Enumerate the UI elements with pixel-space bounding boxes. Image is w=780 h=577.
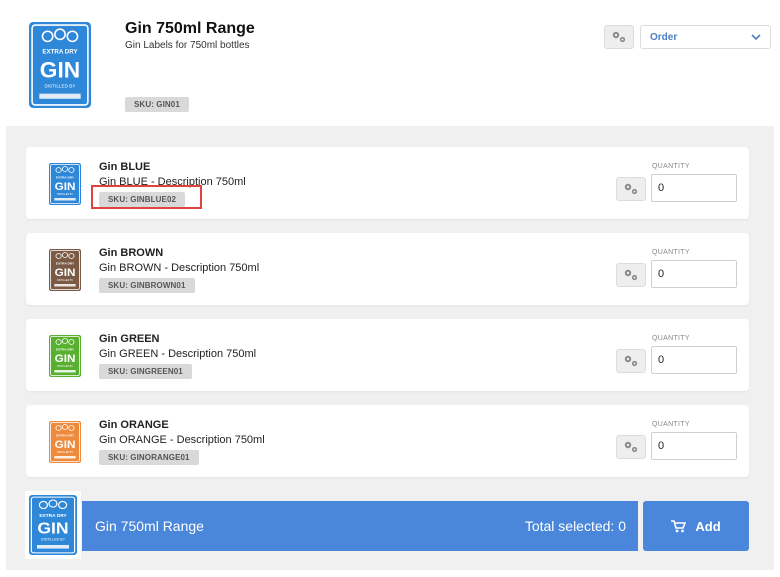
svg-text:GIN: GIN xyxy=(55,267,76,279)
svg-text:DISTILLED BY: DISTILLED BY xyxy=(41,538,66,542)
add-button-label: Add xyxy=(695,518,721,534)
gear-icon xyxy=(624,441,638,453)
svg-text:EXTRA DRY: EXTRA DRY xyxy=(56,176,75,180)
variant-description: Gin ORANGE - Description 750ml xyxy=(99,434,265,446)
variant-settings-button[interactable] xyxy=(616,177,646,201)
variant-thumbnail: EXTRA DRY GIN DISTILLED BY xyxy=(49,249,81,291)
total-selected-text: Total selected: 0 xyxy=(524,518,626,534)
svg-text:GIN: GIN xyxy=(55,353,76,365)
product-title: Gin 750ml Range xyxy=(125,20,255,37)
svg-text:EXTRA DRY: EXTRA DRY xyxy=(39,513,66,518)
footer-product-thumbnail: EXTRA DRY GIN DISTILLED BY xyxy=(25,491,81,559)
variant-card-brown: EXTRA DRY GIN DISTILLED BY Gin BROWN Gin B… xyxy=(26,233,749,305)
svg-text:GIN: GIN xyxy=(55,439,76,451)
svg-text:EXTRA DRY: EXTRA DRY xyxy=(42,49,77,56)
quantity-input[interactable] xyxy=(651,260,737,288)
sku-highlight-annotation xyxy=(91,185,202,209)
svg-text:EXTRA DRY: EXTRA DRY xyxy=(56,262,75,266)
svg-text:DISTILLED BY: DISTILLED BY xyxy=(57,366,73,368)
order-dropdown-value: Order xyxy=(650,31,678,43)
chevron-down-icon xyxy=(751,34,761,40)
gear-icon xyxy=(612,31,626,43)
variant-name: Gin GREEN xyxy=(99,333,160,345)
footer-thumb-label: EXTRA DRY GIN DISTILLED BY xyxy=(29,495,77,555)
gear-icon xyxy=(624,355,638,367)
variant-description: Gin GREEN - Description 750ml xyxy=(99,348,257,360)
svg-text:EXTRA DRY: EXTRA DRY xyxy=(56,434,75,438)
selection-summary-bar: Gin 750ml Range Total selected: 0 xyxy=(82,501,638,551)
svg-text:GIN: GIN xyxy=(55,181,76,193)
variant-settings-button[interactable] xyxy=(616,263,646,287)
variant-thumbnail: EXTRA DRY GIN DISTILLED BY xyxy=(49,163,81,205)
product-sku-badge: SKU: GIN01 xyxy=(125,97,189,112)
settings-button[interactable] xyxy=(604,25,634,49)
quantity-input[interactable] xyxy=(651,432,737,460)
add-button[interactable]: Add xyxy=(643,501,749,551)
order-dropdown[interactable]: Order xyxy=(640,25,771,49)
variant-name: Gin BROWN xyxy=(99,247,164,259)
svg-text:DISTILLED BY: DISTILLED BY xyxy=(57,194,73,196)
variant-description: Gin BROWN - Description 750ml xyxy=(99,262,260,274)
product-thumbnail: EXTRA DRY GIN DISTILLED BY xyxy=(29,22,91,108)
gear-icon xyxy=(624,183,638,195)
svg-text:EXTRA DRY: EXTRA DRY xyxy=(56,348,75,352)
cart-icon xyxy=(671,519,687,532)
quantity-input[interactable] xyxy=(651,346,737,374)
svg-text:GIN: GIN xyxy=(37,519,68,537)
variant-thumbnail: EXTRA DRY GIN DISTILLED BY xyxy=(49,421,81,463)
variant-sku-badge: SKU: GINORANGE01 xyxy=(99,450,199,465)
quantity-label: QUANTITY xyxy=(652,249,690,256)
quantity-label: QUANTITY xyxy=(652,163,690,170)
variant-settings-button[interactable] xyxy=(616,435,646,459)
variant-thumbnail: EXTRA DRY GIN DISTILLED BY xyxy=(49,335,81,377)
variant-sku-badge: SKU: GINGREEN01 xyxy=(99,364,192,379)
svg-text:DISTILLED BY: DISTILLED BY xyxy=(57,452,73,454)
quantity-label: QUANTITY xyxy=(652,335,690,342)
svg-text:GIN: GIN xyxy=(40,57,80,82)
variant-card-orange: EXTRA DRY GIN DISTILLED BY Gin ORANGE Gin … xyxy=(26,405,749,477)
quantity-label: QUANTITY xyxy=(652,421,690,428)
svg-text:DISTILLED BY: DISTILLED BY xyxy=(45,84,76,89)
variant-name: Gin BLUE xyxy=(99,161,151,173)
variant-card-green: EXTRA DRY GIN DISTILLED BY Gin GREEN Gin G… xyxy=(26,319,749,391)
gear-icon xyxy=(624,269,638,281)
variant-name: Gin ORANGE xyxy=(99,419,169,431)
footer-product-name: Gin 750ml Range xyxy=(95,518,204,534)
quantity-input[interactable] xyxy=(651,174,737,202)
product-subtitle: Gin Labels for 750ml bottles xyxy=(125,40,250,51)
variant-settings-button[interactable] xyxy=(616,349,646,373)
svg-text:DISTILLED BY: DISTILLED BY xyxy=(57,280,73,282)
variant-sku-badge: SKU: GINBROWN01 xyxy=(99,278,195,293)
